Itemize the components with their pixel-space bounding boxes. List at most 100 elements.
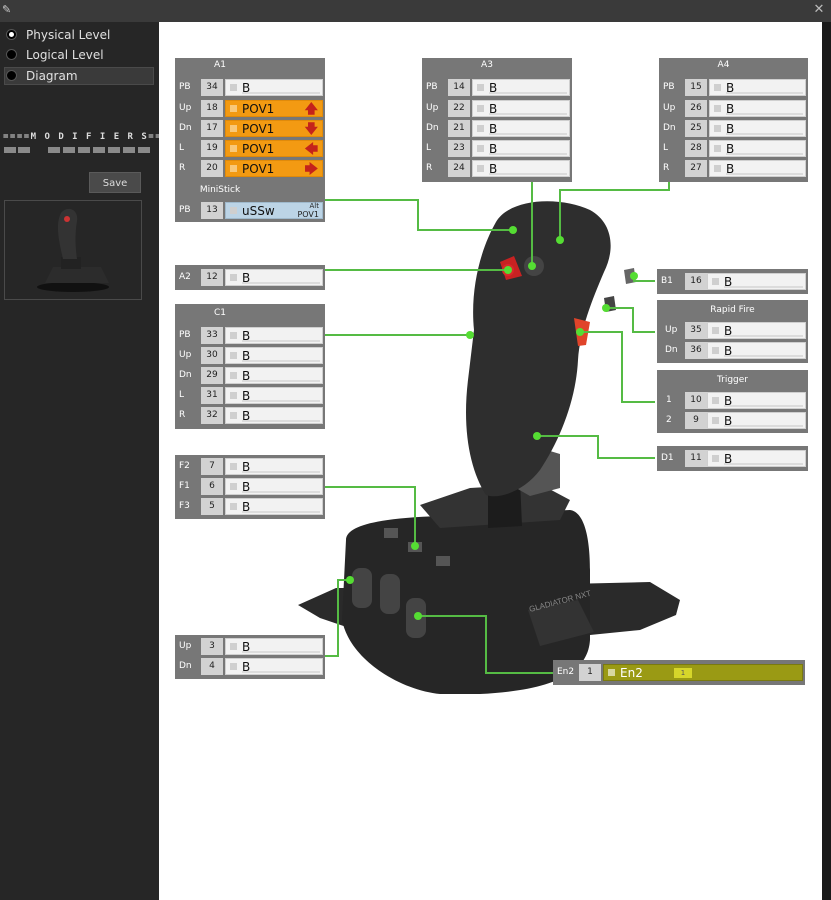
button-number: 24 xyxy=(448,160,470,177)
assignment-button[interactable]: B xyxy=(709,100,806,117)
checkbox-icon xyxy=(714,145,721,152)
assignment-button[interactable]: POV1 🡇 xyxy=(225,120,323,137)
assignment-button[interactable]: B xyxy=(707,322,806,339)
assignment-button[interactable]: B xyxy=(225,327,323,344)
assignment-label: POV1 xyxy=(242,142,275,156)
mapping-row[interactable]: L 23 B xyxy=(422,139,572,159)
row-label: L xyxy=(179,390,185,400)
mapping-row[interactable]: Up 3 B xyxy=(175,637,325,657)
mapping-row[interactable]: R 24 B xyxy=(422,159,572,179)
mapping-row[interactable]: A2 12 B xyxy=(175,268,325,288)
checkbox-icon xyxy=(230,392,237,399)
mapping-row[interactable]: PB 34 B xyxy=(175,78,325,98)
assignment-button[interactable]: B xyxy=(472,79,570,96)
checkbox-icon xyxy=(230,332,237,339)
row-label: Up xyxy=(179,350,192,360)
mapping-row[interactable]: R 20 POV1 🡆 xyxy=(175,159,325,179)
mapping-row[interactable]: L 28 B xyxy=(659,139,808,159)
assignment-button[interactable]: B xyxy=(707,342,806,359)
assignment-button[interactable]: B xyxy=(709,120,806,137)
mapping-row[interactable]: En2 1 En2 1 xyxy=(553,663,805,683)
mapping-row[interactable]: R 27 B xyxy=(659,159,808,179)
assignment-button[interactable]: B xyxy=(225,79,323,96)
assignment-button[interactable]: B xyxy=(709,160,806,177)
assignment-button[interactable]: B xyxy=(709,79,806,96)
panel-en2: En2 1 En2 1 xyxy=(553,660,805,685)
level-bar xyxy=(242,92,320,94)
button-number: 10 xyxy=(685,392,707,409)
assignment-button[interactable]: POV1 🡄 xyxy=(225,140,323,157)
assignment-button[interactable]: B xyxy=(472,120,570,137)
assignment-button[interactable]: B xyxy=(472,100,570,117)
mapping-row[interactable]: 1 10 B xyxy=(657,391,808,411)
mapping-row[interactable]: B1 16 B xyxy=(657,272,808,292)
connector-dot xyxy=(630,272,638,280)
assignment-button[interactable]: B xyxy=(225,658,323,675)
mapping-row[interactable]: Up 22 B xyxy=(422,99,572,119)
mapping-row[interactable]: F3 5 B xyxy=(175,497,325,517)
mapping-row[interactable]: 29B xyxy=(657,411,808,431)
row-label: Dn xyxy=(179,123,192,133)
button-number: 15 xyxy=(685,79,707,96)
assignment-button[interactable]: B xyxy=(707,273,806,290)
assignment-button[interactable]: uSSw Alt POV1 xyxy=(225,202,323,219)
level-bar xyxy=(726,153,803,155)
mapping-row[interactable]: Dn 25 B xyxy=(659,119,808,139)
button-number: 28 xyxy=(685,140,707,157)
button-number: 21 xyxy=(448,120,470,137)
button-number: 32 xyxy=(201,407,223,424)
mapping-row[interactable]: F1 6 B xyxy=(175,477,325,497)
assignment-button[interactable]: B xyxy=(225,347,323,364)
mapping-row[interactable]: Dn 21 B xyxy=(422,119,572,139)
assignment-button[interactable]: POV1 🡅 xyxy=(225,100,323,117)
mapping-row[interactable]: Dn 4 B xyxy=(175,657,325,677)
row-label: PB xyxy=(179,82,191,92)
assignment-button[interactable]: B xyxy=(472,160,570,177)
mapping-row[interactable]: Up 18 POV1 🡅 xyxy=(175,99,325,119)
mapping-row[interactable]: PB 14 B xyxy=(422,78,572,98)
mapping-row[interactable]: L 31 B xyxy=(175,386,325,406)
encoder-badge: 1 xyxy=(674,668,692,678)
mapping-row[interactable]: PB 15 B xyxy=(659,78,808,98)
mapping-row[interactable]: Up 26 B xyxy=(659,99,808,119)
mapping-row[interactable]: Up 35 B xyxy=(657,321,808,341)
button-number: 30 xyxy=(201,347,223,364)
assignment-button[interactable]: B xyxy=(707,412,806,429)
assignment-button[interactable]: B xyxy=(472,140,570,157)
mapping-row[interactable]: L 19 POV1 🡄 xyxy=(175,139,325,159)
row-label: Up xyxy=(426,103,439,113)
assignment-button[interactable]: B xyxy=(225,407,323,424)
assignment-button[interactable]: B xyxy=(225,387,323,404)
mapping-row[interactable]: Dn 29 B xyxy=(175,366,325,386)
row-label: PB xyxy=(663,82,675,92)
mapping-row[interactable]: PB 13 uSSw Alt POV1 xyxy=(175,201,325,221)
level-bar xyxy=(726,92,803,94)
assignment-button[interactable]: POV1 🡆 xyxy=(225,160,323,177)
assignment-button[interactable]: B xyxy=(225,478,323,495)
assignment-button[interactable]: B xyxy=(709,140,806,157)
assignment-button[interactable]: B xyxy=(225,498,323,515)
panel-title: Trigger xyxy=(716,375,749,385)
checkbox-icon xyxy=(712,327,719,334)
mapping-row[interactable]: PB 33 B xyxy=(175,326,325,346)
panel-b1: B1 16 B xyxy=(657,269,808,294)
mapping-row[interactable]: R 32 B xyxy=(175,406,325,426)
panel-title: A3 xyxy=(481,60,493,70)
assignment-button[interactable]: B xyxy=(225,269,323,286)
mapping-row[interactable]: D1 11 B xyxy=(657,449,808,469)
assignment-button[interactable]: B xyxy=(225,458,323,475)
row-label: Dn xyxy=(179,370,192,380)
assignment-button[interactable]: B xyxy=(225,367,323,384)
mapping-row[interactable]: Up 30 B xyxy=(175,346,325,366)
mapping-row[interactable]: F2 7 B xyxy=(175,457,325,477)
assignment-button[interactable]: En2 1 xyxy=(603,664,803,681)
mapping-row[interactable]: Dn 17 POV1 🡇 xyxy=(175,119,325,139)
assignment-button[interactable]: B xyxy=(225,638,323,655)
checkbox-icon xyxy=(712,397,719,404)
connector-dot xyxy=(533,432,541,440)
button-number: 31 xyxy=(201,387,223,404)
mapping-row[interactable]: Dn 36 B xyxy=(657,341,808,361)
checkbox-icon xyxy=(230,207,237,214)
assignment-button[interactable]: B xyxy=(707,450,806,467)
assignment-button[interactable]: B xyxy=(707,392,806,409)
